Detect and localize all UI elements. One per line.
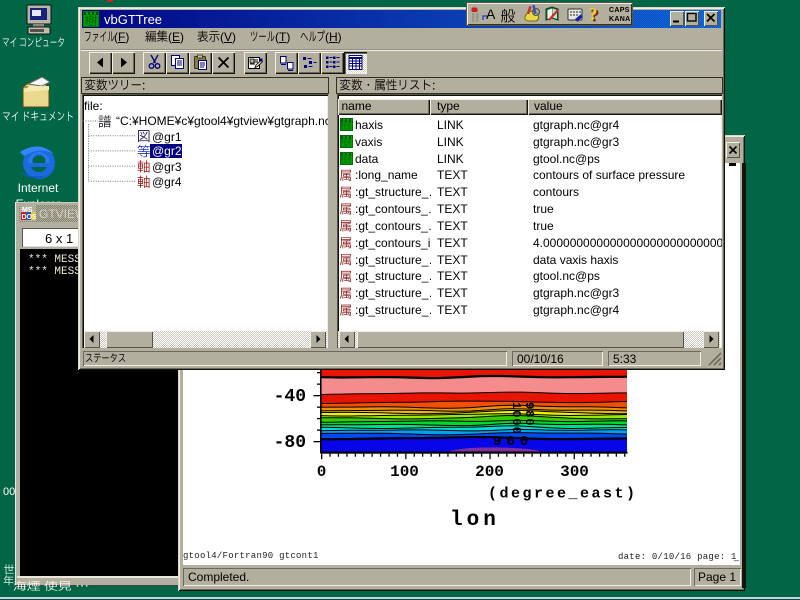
svg-text:960: 960: [493, 434, 533, 450]
svg-text:0: 0: [317, 463, 327, 481]
svg-text:-80: -80: [274, 433, 306, 453]
svg-text:100: 100: [390, 463, 419, 481]
svg-text:-40: -40: [274, 387, 306, 407]
svg-text:lon: lon: [450, 509, 500, 532]
svg-text:200: 200: [475, 463, 504, 481]
svg-text:?: ?: [589, 5, 598, 24]
svg-text:300: 300: [560, 463, 589, 481]
svg-text:DOS: DOS: [22, 214, 37, 221]
svg-text:1000: 1000: [509, 402, 523, 435]
svg-text:(degree_east): (degree_east): [488, 486, 638, 503]
svg-text:980: 980: [522, 402, 536, 427]
